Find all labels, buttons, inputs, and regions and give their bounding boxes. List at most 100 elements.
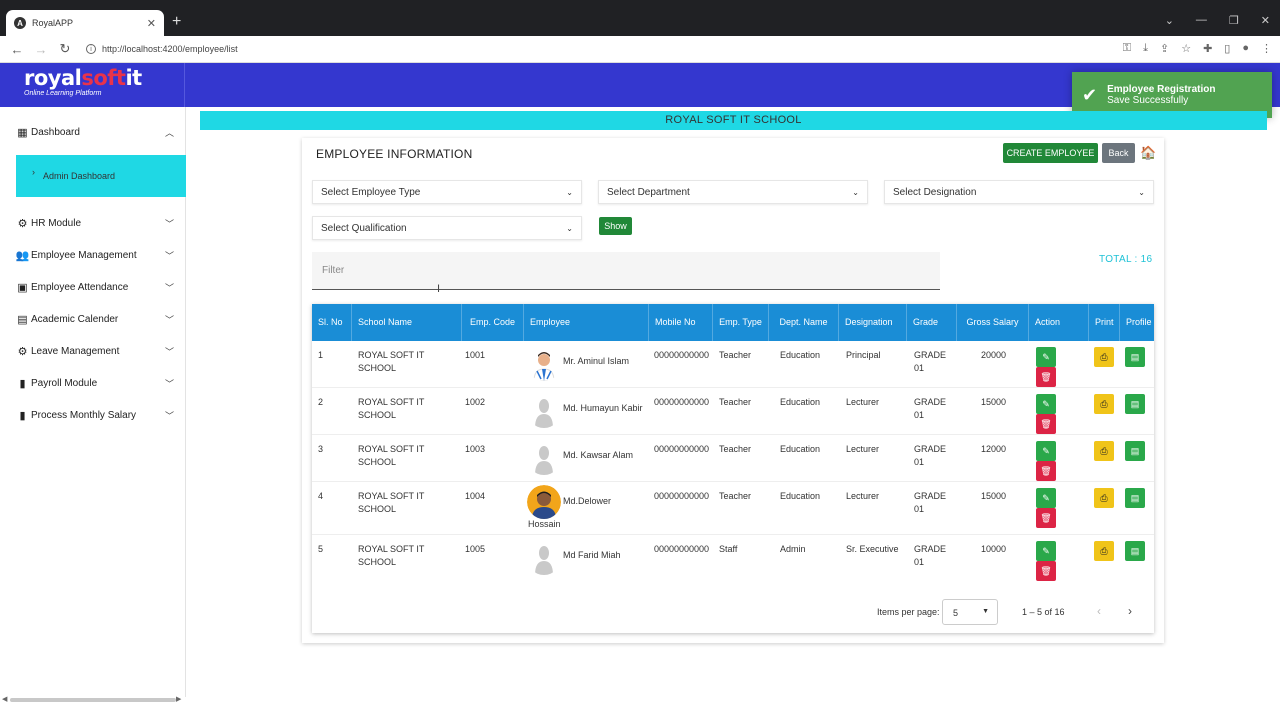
col-mobile[interactable]: Mobile No — [649, 304, 713, 341]
sidebar-item-label: Process Monthly Salary — [31, 410, 137, 421]
edit-button[interactable]: ✎ — [1036, 441, 1056, 461]
edit-button[interactable]: ✎ — [1036, 488, 1056, 508]
cell-mobile: 00000000000 — [654, 397, 710, 407]
table-row[interactable]: 5 ROYAL SOFT IT SCHOOL 1005 Md Farid Mia… — [312, 535, 1154, 585]
col-sl[interactable]: Sl. No — [312, 304, 352, 341]
table-row[interactable]: 1 ROYAL SOFT IT SCHOOL 1001 Mr. Aminul I… — [312, 341, 1154, 388]
scroll-right-icon[interactable]: ▶ — [176, 695, 181, 703]
extensions-icon[interactable]: ✚ — [1203, 42, 1212, 55]
col-salary[interactable]: Gross Salary — [957, 304, 1029, 341]
sidebar-item-employee-management[interactable]: 👥 Employee Management ﹀ — [16, 249, 174, 262]
profile-button[interactable]: ▤ — [1125, 541, 1145, 561]
chevron-down-icon: ﹀ — [164, 411, 174, 421]
delete-button[interactable]: 🗑 — [1036, 414, 1056, 434]
close-window-icon[interactable]: ✕ — [1261, 14, 1270, 27]
close-tab-icon[interactable]: ✕ — [147, 17, 156, 30]
print-button[interactable]: ⎙ — [1094, 541, 1114, 561]
minimize-icon[interactable]: — — [1196, 14, 1207, 27]
chevron-down-icon: ⌄ — [566, 187, 573, 197]
toast-message: Save Successfully — [1107, 95, 1189, 106]
restore-icon[interactable]: ❐ — [1229, 14, 1239, 27]
print-button[interactable]: ⎙ — [1094, 441, 1114, 461]
edit-button[interactable]: ✎ — [1036, 394, 1056, 414]
col-print: Print — [1089, 304, 1120, 341]
scroll-left-icon[interactable]: ◀ — [2, 695, 7, 703]
home-icon[interactable]: 🏠 — [1140, 145, 1156, 161]
profile-button[interactable]: ▤ — [1125, 394, 1145, 414]
cell-grade: GRADE 01 — [914, 350, 947, 373]
sidebar-item-hr-module[interactable]: ⚙ HR Module ﹀ — [16, 217, 174, 230]
table-row[interactable]: 2 ROYAL SOFT IT SCHOOL 1002 Md. Humayun … — [312, 388, 1154, 435]
department-select[interactable]: Select Department ⌄ — [598, 180, 868, 204]
print-button[interactable]: ⎙ — [1094, 488, 1114, 508]
sidebar-item-process-monthly-salary[interactable]: ▮ Process Monthly Salary ﹀ — [16, 409, 174, 422]
address-bar: ← → ↻ i http://localhost:4200/employee/l… — [0, 36, 1280, 63]
reload-icon[interactable]: ↻ — [58, 41, 72, 57]
delete-button[interactable]: 🗑 — [1036, 367, 1056, 387]
sidebar-item-academic-calender[interactable]: ▤ Academic Calender ﹀ — [16, 313, 174, 326]
sidebar-item-dashboard[interactable]: ▦ Dashboard ︿ — [16, 126, 174, 139]
print-button[interactable]: ⎙ — [1094, 347, 1114, 367]
show-button[interactable]: Show — [599, 217, 632, 235]
profile-icon[interactable]: ● — [1242, 42, 1249, 55]
col-dept[interactable]: Dept. Name — [769, 304, 839, 341]
install-icon[interactable]: ⤓ — [1143, 42, 1148, 55]
print-button[interactable]: ⎙ — [1094, 394, 1114, 414]
profile-button[interactable]: ▤ — [1125, 488, 1145, 508]
cell-sl: 3 — [318, 444, 324, 454]
employee-type-select[interactable]: Select Employee Type ⌄ — [312, 180, 582, 204]
col-code[interactable]: Emp. Code — [462, 304, 524, 341]
cell-code: 1004 — [465, 491, 486, 501]
tab-search-icon[interactable]: ⌄ — [1165, 14, 1174, 27]
cell-grade: GRADE 01 — [914, 397, 947, 420]
scrollbar-thumb[interactable] — [10, 698, 176, 702]
menu-icon[interactable]: ⋮ — [1261, 42, 1272, 55]
col-employee[interactable]: Employee — [524, 304, 649, 341]
profile-button[interactable]: ▤ — [1125, 347, 1145, 367]
new-tab-icon[interactable]: + — [172, 14, 181, 30]
profile-button[interactable]: ▤ — [1125, 441, 1145, 461]
create-employee-button[interactable]: CREATE EMPLOYEE — [1003, 143, 1098, 163]
url-field[interactable]: i http://localhost:4200/employee/list — [86, 44, 238, 54]
edit-button[interactable]: ✎ — [1036, 347, 1056, 367]
edit-button[interactable]: ✎ — [1036, 541, 1056, 561]
cell-designation: Lecturer — [846, 491, 880, 501]
cell-salary: 20000 — [981, 350, 1007, 360]
designation-select[interactable]: Select Designation ⌄ — [884, 180, 1154, 204]
col-type[interactable]: Emp. Type — [713, 304, 769, 341]
cell-salary: 10000 — [981, 544, 1007, 554]
col-grade[interactable]: Grade — [907, 304, 957, 341]
qualification-select[interactable]: Select Qualification ⌄ — [312, 216, 582, 240]
sidebar-scrollbar[interactable]: ◀ ▶ — [0, 695, 186, 705]
chevron-right-icon: › — [32, 167, 35, 177]
sidebar-item-label: Academic Calender — [31, 314, 119, 325]
delete-button[interactable]: 🗑 — [1036, 508, 1056, 528]
employee-table: Sl. No School Name Emp. Code Employee Mo… — [312, 304, 1154, 633]
delete-button[interactable]: 🗑 — [1036, 461, 1056, 481]
star-icon[interactable]: ☆ — [1181, 42, 1191, 55]
sidepanel-icon[interactable]: ▯ — [1224, 42, 1230, 55]
page-size-select[interactable]: 5 ▼ — [942, 599, 998, 625]
sidebar-item-employee-attendance[interactable]: ▣ Employee Attendance ﹀ — [16, 281, 174, 294]
previous-page-icon[interactable]: ‹ — [1097, 604, 1101, 618]
col-designation[interactable]: Designation — [839, 304, 907, 341]
back-button[interactable]: Back — [1102, 143, 1135, 163]
next-page-icon[interactable]: › — [1128, 604, 1132, 618]
col-school[interactable]: School Name — [352, 304, 462, 341]
sidebar-item-admin-dashboard[interactable]: › Admin Dashboard — [16, 155, 186, 197]
browser-tab[interactable]: A RoyalAPP ✕ — [6, 10, 164, 36]
table-row[interactable]: 3 ROYAL SOFT IT SCHOOL 1003 Md. Kawsar A… — [312, 435, 1154, 482]
sidebar-item-payroll-module[interactable]: ▮ Payroll Module ﹀ — [16, 377, 174, 390]
url-text: http://localhost:4200/employee/list — [102, 44, 238, 54]
filter-input[interactable]: Filter — [312, 252, 940, 290]
forward-icon[interactable]: → — [34, 42, 48, 57]
brand-logo[interactable]: royalsoftit Online Learning Platform — [0, 63, 185, 107]
share-icon[interactable]: ⇪ — [1160, 42, 1169, 55]
table-row[interactable]: 4 ROYAL SOFT IT SCHOOL 1004 Md.Delower H… — [312, 482, 1154, 535]
key-icon[interactable]: ⚿ — [1123, 42, 1131, 55]
delete-button[interactable]: 🗑 — [1036, 561, 1056, 581]
info-icon[interactable]: i — [86, 44, 96, 54]
select-label: Select Qualification — [321, 222, 407, 234]
sidebar-item-leave-management[interactable]: ⚙ Leave Management ﹀ — [16, 345, 174, 358]
back-icon[interactable]: ← — [10, 42, 24, 57]
